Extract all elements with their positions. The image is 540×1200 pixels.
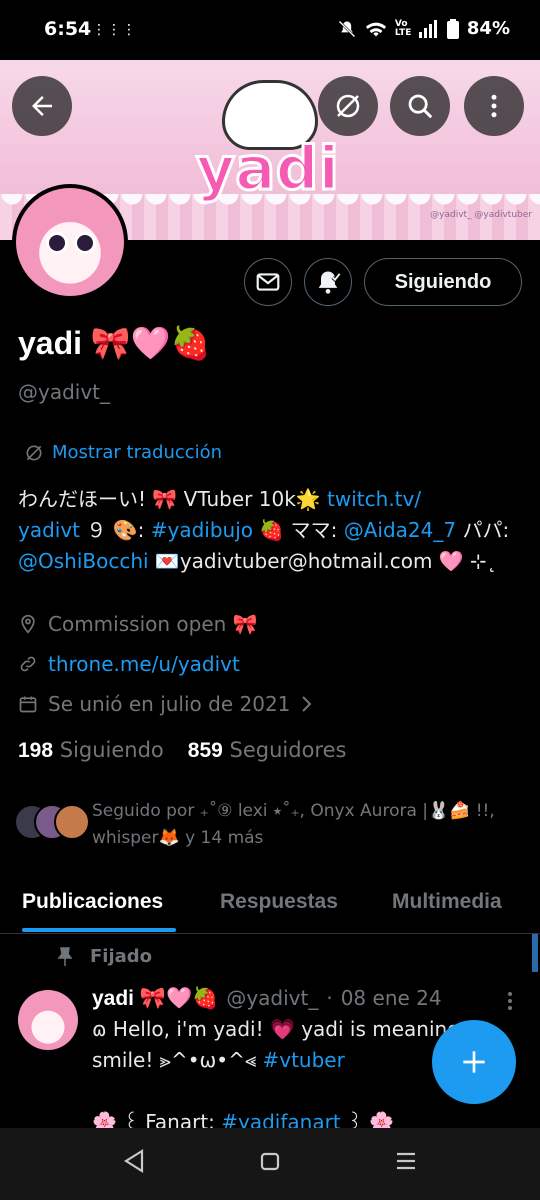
profile-bio: わんだほーい! 🎀 VTuber 10k🌟 twitch.tv/ yadivt … xyxy=(18,484,523,577)
nav-recents-icon[interactable] xyxy=(394,1148,418,1174)
notification-dots-icon: ⋮⋮⋮ xyxy=(92,22,137,38)
profile-tabs: Publicaciones Respuestas Multimedia xyxy=(0,872,540,934)
mute-icon xyxy=(338,20,356,37)
post-author-name[interactable]: yadi 🎀🩷🍓 xyxy=(92,987,218,1011)
followers-count: 859 xyxy=(187,739,223,762)
pinned-indicator: Fijado xyxy=(56,946,152,967)
back-button[interactable] xyxy=(12,76,72,136)
following-count: 198 xyxy=(18,739,54,762)
bell-icon xyxy=(318,271,342,294)
post-author-handle[interactable]: @yadivt_ xyxy=(226,986,318,1010)
following-count-link[interactable]: 198 Siguiendo xyxy=(18,738,164,763)
avatar-image xyxy=(16,188,124,296)
followed-by-text: Seguido por ₊˚⑨ lexi ⭑˚₊, Onyx Aurora |🐰… xyxy=(92,801,495,848)
translate-icon xyxy=(336,94,360,118)
banner-credit: @yadivt_ @yadivtuber xyxy=(430,210,532,220)
bio-text: パパ: xyxy=(462,518,510,542)
status-bar: 6:54 ⋮⋮⋮ Vo LTE 84% xyxy=(0,0,540,60)
battery-percent: 84% xyxy=(466,18,510,39)
post-date[interactable]: 08 ene 24 xyxy=(341,986,442,1010)
tab-replies[interactable]: Respuestas xyxy=(220,872,338,932)
profile-location: Commission open 🎀 xyxy=(18,612,258,636)
pin-icon xyxy=(57,946,73,966)
profile-joined[interactable]: Se unió en julio de 2021 xyxy=(18,692,314,716)
mail-icon xyxy=(256,273,280,291)
display-name: yadi 🎀🩷🍓 xyxy=(18,325,211,361)
scrollbar[interactable] xyxy=(532,934,538,972)
translate-button[interactable] xyxy=(318,76,378,136)
avatar-eye-left xyxy=(46,232,68,254)
signal-icon xyxy=(418,19,437,38)
network-label: Vo LTE xyxy=(394,18,412,38)
location-icon xyxy=(21,614,35,634)
post-more-button[interactable] xyxy=(500,990,520,1016)
plus-icon xyxy=(463,1051,485,1073)
bio-text: 💌yadivtuber@hotmail.com 🩷 ⊹˛ xyxy=(148,549,497,573)
bio-text: 🍓 ママ: xyxy=(253,518,344,542)
status-right: Vo LTE 84% xyxy=(337,18,510,39)
post-hashtag[interactable]: #vtuber xyxy=(262,1048,344,1072)
bio-text: わんだほーい! 🎀 VTuber 10k🌟 xyxy=(18,487,328,511)
website-link[interactable]: throne.me/u/yadivt xyxy=(48,652,240,676)
compose-button[interactable] xyxy=(432,1020,516,1104)
more-button[interactable] xyxy=(464,76,524,136)
back-arrow-icon xyxy=(32,96,52,116)
following-button[interactable]: Siguiendo xyxy=(364,258,522,306)
followers-count-link[interactable]: 859 Seguidores xyxy=(188,738,347,763)
link-icon xyxy=(20,656,36,672)
profile-website: throne.me/u/yadivt xyxy=(18,652,240,676)
chevron-right-icon xyxy=(302,696,312,712)
location-text: Commission open 🎀 xyxy=(48,612,258,636)
bio-mention[interactable]: @Aida24_7 xyxy=(344,518,456,542)
followed-by-avatars xyxy=(14,804,90,844)
joined-text: Se unió en julio de 2021 xyxy=(48,692,291,716)
follow-counts: 198 Siguiendo 859 Seguidores xyxy=(18,738,346,763)
pinned-label: Fijado xyxy=(90,946,153,967)
nav-back-icon[interactable] xyxy=(122,1148,146,1174)
banner-logo: yadi xyxy=(194,133,340,206)
following-label: Siguiendo xyxy=(59,738,164,762)
system-navigation-bar xyxy=(0,1128,540,1200)
followers-label: Seguidores xyxy=(229,738,347,762)
notifications-button[interactable] xyxy=(304,258,352,306)
translate-icon xyxy=(26,445,42,460)
tab-posts[interactable]: Publicaciones xyxy=(22,872,163,932)
calendar-icon xyxy=(19,696,37,713)
nav-home-icon[interactable] xyxy=(258,1148,282,1174)
message-button[interactable] xyxy=(244,258,292,306)
post-avatar[interactable] xyxy=(18,990,78,1050)
more-vertical-icon xyxy=(508,992,512,1010)
avatar xyxy=(54,804,90,840)
tab-media[interactable]: Multimedia xyxy=(392,872,502,932)
active-tab-indicator xyxy=(22,928,176,932)
avatar-eye-right xyxy=(74,232,96,254)
show-translation-link[interactable]: Mostrar traducción xyxy=(24,442,222,463)
post-text: smile! ⪢^•ω•^⪡ xyxy=(92,1048,263,1072)
status-time: 6:54 xyxy=(44,18,92,40)
bio-text: ９ 🎨: xyxy=(80,518,151,542)
profile-avatar[interactable] xyxy=(12,184,128,300)
wifi-icon xyxy=(365,22,386,36)
bio-mention[interactable]: @OshiBocchi xyxy=(18,549,149,573)
post-header: yadi 🎀🩷🍓 @yadivt_ · 08 ene 24 xyxy=(92,986,442,1011)
post-separator: · xyxy=(326,986,333,1010)
profile-handle: @yadivt_ xyxy=(18,380,111,404)
post-text: ɷ Hello, i'm yadi! 💗 yadi is meaning xyxy=(92,1017,460,1041)
search-button[interactable] xyxy=(390,76,450,136)
show-translation-label: Mostrar traducción xyxy=(52,442,223,463)
more-vertical-icon xyxy=(491,94,497,118)
bio-hashtag[interactable]: #yadibujo xyxy=(151,518,253,542)
battery-icon xyxy=(446,18,459,39)
search-icon xyxy=(408,94,433,119)
